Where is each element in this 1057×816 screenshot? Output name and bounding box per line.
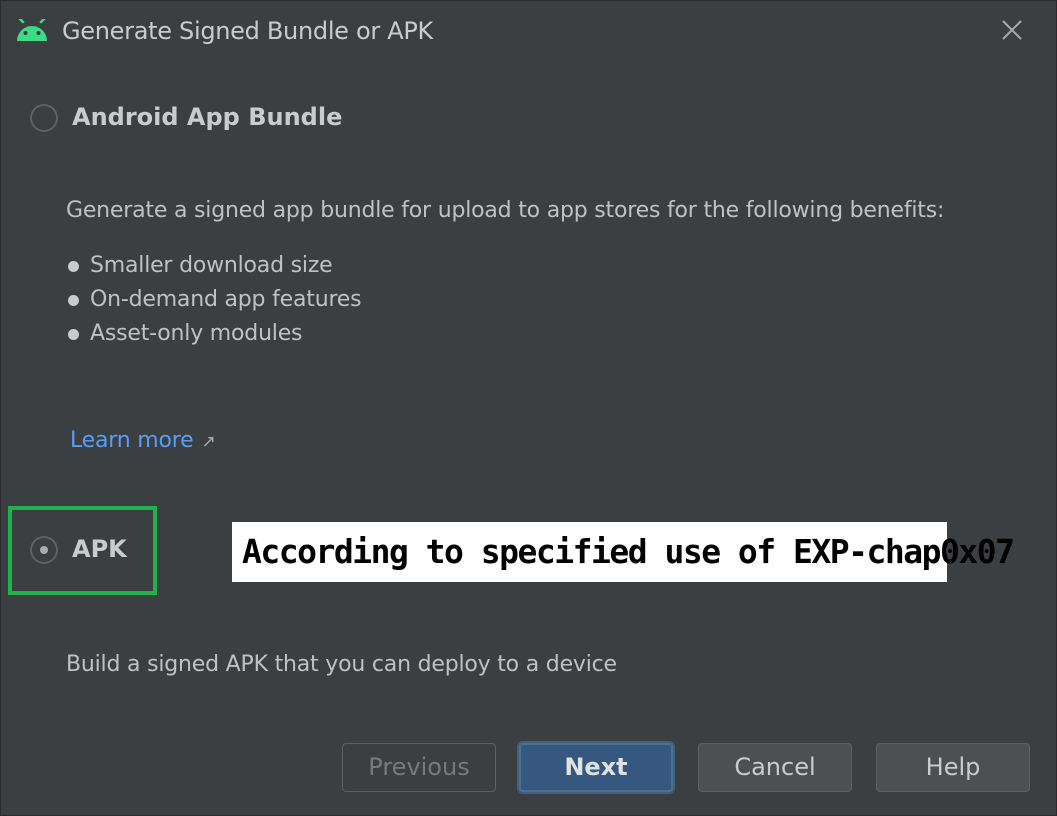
title-bar: Generate Signed Bundle or APK (1, 1, 1056, 63)
bundle-benefits-list: Smaller download size On-demand app feat… (67, 251, 362, 353)
previous-button[interactable]: Previous (342, 743, 496, 792)
external-link-arrow-icon: ↗ (201, 432, 216, 452)
apk-option-label[interactable]: APK (72, 535, 127, 563)
help-button[interactable]: Help (876, 743, 1030, 792)
bundle-description: Generate a signed app bundle for upload … (66, 198, 945, 223)
android-icon (17, 19, 47, 41)
bullet-icon (68, 295, 79, 306)
learn-more-link[interactable]: Learn more ↗ (70, 428, 216, 453)
annotation-label: According to specified use of EXP-chap0x… (232, 522, 1015, 582)
bundle-radio[interactable] (30, 104, 58, 132)
generate-signed-dialog: Generate Signed Bundle or APK Android Ap… (0, 0, 1057, 816)
bullet-icon (68, 329, 79, 340)
apk-description: Build a signed APK that you can deploy t… (66, 652, 617, 677)
dialog-title: Generate Signed Bundle or APK (62, 17, 433, 45)
bullet-icon (68, 261, 79, 272)
list-item: Asset-only modules (67, 319, 361, 353)
benefit-text: Smaller download size (90, 253, 333, 278)
cancel-button[interactable]: Cancel (698, 743, 852, 792)
benefit-text: On-demand app features (90, 287, 362, 312)
next-button[interactable]: Next (519, 743, 673, 792)
learn-more-label[interactable]: Learn more (70, 428, 194, 453)
list-item: On-demand app features (67, 285, 362, 319)
close-icon[interactable] (997, 15, 1027, 45)
bundle-option-label[interactable]: Android App Bundle (72, 103, 342, 131)
apk-radio[interactable] (30, 536, 58, 564)
benefit-text: Asset-only modules (90, 321, 303, 346)
radio-selected-dot (40, 546, 48, 554)
list-item: Smaller download size (67, 251, 361, 285)
